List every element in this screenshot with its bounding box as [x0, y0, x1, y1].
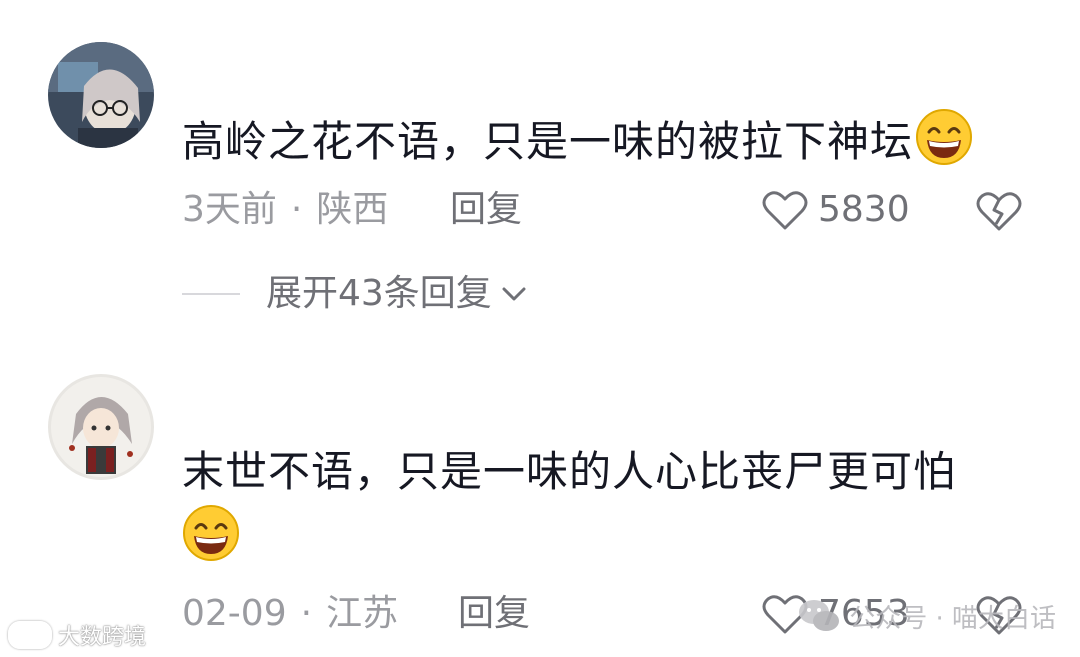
watermark-left: 大数跨境: [8, 619, 146, 651]
watermark-left-text: 大数跨境: [58, 625, 147, 650]
wechat-icon: [799, 600, 840, 631]
watermark-logo-icon: [8, 621, 52, 649]
watermark-right-text: 公众号 · 喵大白话: [849, 603, 1056, 634]
avatar-image: [48, 374, 154, 480]
reply-button[interactable]: 回复: [458, 592, 530, 636]
meta-separator: ·: [300, 593, 313, 634]
comment-item: 末世不语，只是一味的人心比丧尸更可怕 02-09 · 江苏 回复 7653: [0, 0, 1080, 657]
watermark-right: 公众号 · 喵大白话: [797, 597, 1056, 635]
comment-body: 末世不语，只是一味的人心比丧尸更可怕: [182, 447, 957, 496]
avatar[interactable]: [48, 374, 154, 480]
comment-time: 02-09: [182, 593, 287, 634]
comment-text: 末世不语，只是一味的人心比丧尸更可怕: [182, 440, 1020, 570]
comment-meta: 02-09 · 江苏: [182, 592, 398, 636]
comment-location: 江苏: [326, 593, 399, 634]
grinning-face-icon: [182, 504, 240, 562]
